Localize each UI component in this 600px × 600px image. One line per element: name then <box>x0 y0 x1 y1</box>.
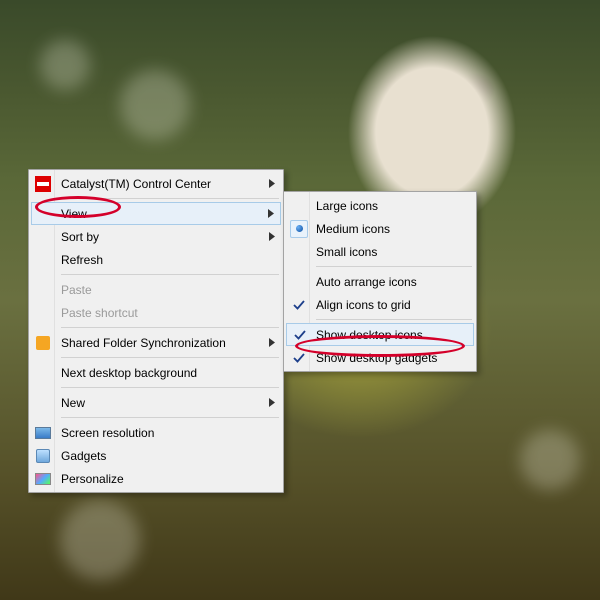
menu-separator <box>61 357 279 358</box>
shared-folder-icon <box>35 335 51 351</box>
menu-label: Personalize <box>61 472 124 486</box>
menu-item-refresh[interactable]: Refresh <box>31 248 281 271</box>
menu-label: Next desktop background <box>61 366 197 380</box>
personalize-icon <box>35 471 51 487</box>
ati-icon <box>35 176 51 192</box>
menu-label: Shared Folder Synchronization <box>61 336 226 350</box>
menu-separator <box>61 274 279 275</box>
submenu-item-show-desktop-gadgets[interactable]: Show desktop gadgets <box>286 346 474 369</box>
submenu-item-show-desktop-icons[interactable]: Show desktop icons <box>286 323 474 346</box>
menu-item-shared-folder-sync[interactable]: Shared Folder Synchronization <box>31 331 281 354</box>
menu-label: Catalyst(TM) Control Center <box>61 177 211 191</box>
submenu-item-medium-icons[interactable]: Medium icons <box>286 217 474 240</box>
menu-label: Paste <box>61 283 92 297</box>
menu-item-paste: Paste <box>31 278 281 301</box>
menu-item-screen-resolution[interactable]: Screen resolution <box>31 421 281 444</box>
menu-item-personalize[interactable]: Personalize <box>31 467 281 490</box>
menu-item-gadgets[interactable]: Gadgets <box>31 444 281 467</box>
submenu-item-align-to-grid[interactable]: Align icons to grid <box>286 293 474 316</box>
checkmark-icon <box>290 349 308 367</box>
menu-label: Align icons to grid <box>316 298 411 312</box>
submenu-item-large-icons[interactable]: Large icons <box>286 194 474 217</box>
menu-separator <box>316 319 472 320</box>
menu-item-paste-shortcut: Paste shortcut <box>31 301 281 324</box>
menu-separator <box>61 198 279 199</box>
menu-separator <box>61 387 279 388</box>
menu-label: Screen resolution <box>61 426 154 440</box>
menu-label: Show desktop icons <box>316 328 423 342</box>
menu-item-next-background[interactable]: Next desktop background <box>31 361 281 384</box>
menu-separator <box>61 327 279 328</box>
menu-label: Gadgets <box>61 449 106 463</box>
submenu-item-small-icons[interactable]: Small icons <box>286 240 474 263</box>
submenu-item-auto-arrange[interactable]: Auto arrange icons <box>286 270 474 293</box>
menu-label: New <box>61 396 85 410</box>
desktop-context-menu: Catalyst(TM) Control Center View Sort by… <box>28 169 284 493</box>
menu-separator <box>61 417 279 418</box>
checkmark-icon <box>291 326 309 344</box>
menu-label: Medium icons <box>316 222 390 236</box>
menu-item-sort-by[interactable]: Sort by <box>31 225 281 248</box>
menu-item-view[interactable]: View <box>31 202 281 225</box>
menu-separator <box>316 266 472 267</box>
menu-item-new[interactable]: New <box>31 391 281 414</box>
menu-label: Sort by <box>61 230 99 244</box>
menu-label: View <box>61 207 87 221</box>
submenu-arrow-icon <box>268 207 274 221</box>
submenu-arrow-icon <box>269 396 275 410</box>
menu-label: Paste shortcut <box>61 306 138 320</box>
submenu-arrow-icon <box>269 230 275 244</box>
menu-label: Refresh <box>61 253 103 267</box>
submenu-arrow-icon <box>269 177 275 191</box>
radio-selected-icon <box>290 220 308 238</box>
menu-label: Show desktop gadgets <box>316 351 437 365</box>
menu-label: Auto arrange icons <box>316 275 417 289</box>
submenu-arrow-icon <box>269 336 275 350</box>
menu-item-catalyst[interactable]: Catalyst(TM) Control Center <box>31 172 281 195</box>
view-submenu: Large icons Medium icons Small icons Aut… <box>283 191 477 372</box>
checkmark-icon <box>290 296 308 314</box>
monitor-icon <box>35 425 51 441</box>
menu-label: Large icons <box>316 199 378 213</box>
menu-label: Small icons <box>316 245 377 259</box>
gadgets-icon <box>35 448 51 464</box>
